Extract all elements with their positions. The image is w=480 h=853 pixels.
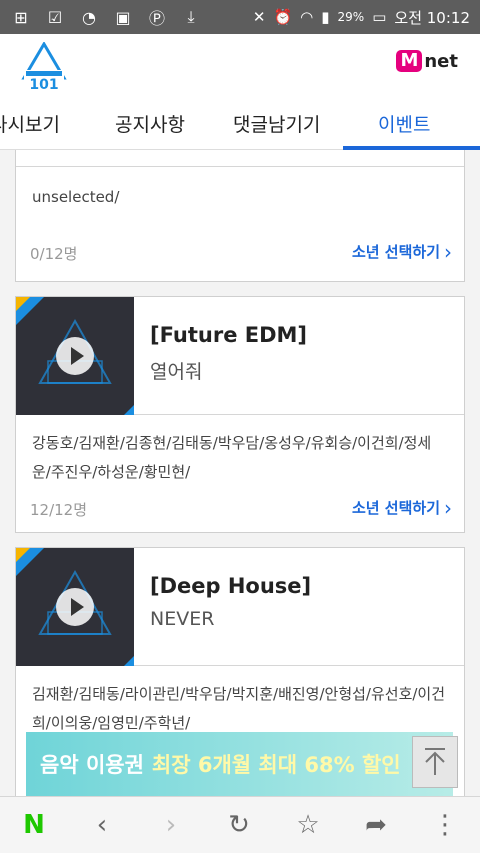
- video-thumbnail[interactable]: [16, 548, 134, 666]
- genre-title: [Future EDM]: [150, 323, 308, 347]
- tab-event[interactable]: 이벤트: [378, 110, 430, 137]
- song-card: [Future EDM] 열어줘 강동호/김재환/김종현/김태동/박우담/옹성우…: [15, 296, 465, 533]
- sync-icon: ◔: [82, 7, 96, 27]
- promo-banner[interactable]: 음악 이용권 최장 6개월 최대 68% 할인: [26, 732, 453, 796]
- status-bar: ⊞ ☑ ◔ ▣ Ⓟ ⤓ ✕ ⏰ ◠ ▮ 29% ▭ 오전 10:12: [0, 0, 480, 34]
- forward-button[interactable]: ›: [151, 807, 191, 843]
- banner-highlight: 최장 6개월 최대 68% 할인: [151, 753, 401, 777]
- more-vertical-icon: ⋮: [432, 810, 458, 840]
- clipboard-icon: ☑: [47, 7, 63, 27]
- tab-bar: 다시보기 공지사항 댓글남기기 이벤트: [0, 98, 480, 150]
- select-boys-button[interactable]: 소년 선택하기 ›: [352, 241, 452, 262]
- event-list[interactable]: unselected/ 0/12명 소년 선택하기 › [Future EDM]…: [0, 150, 480, 796]
- mnet-m-mark: M: [396, 50, 423, 72]
- battery-percent: 29%: [337, 10, 365, 24]
- chevron-right-icon: ›: [165, 810, 177, 840]
- signal-icon: ▮: [321, 8, 330, 26]
- share-button[interactable]: ➦: [356, 807, 396, 843]
- mnet-logo[interactable]: M net: [396, 50, 458, 72]
- refresh-button[interactable]: ↻: [219, 807, 259, 843]
- mute-icon: ✕: [252, 8, 266, 26]
- selected-count: 12/12명: [30, 501, 88, 519]
- mnet-wordmark: net: [424, 50, 458, 72]
- download-icon: ⤓: [187, 7, 195, 26]
- svg-text:101: 101: [29, 77, 58, 92]
- select-boys-button[interactable]: 소년 선택하기 ›: [352, 497, 452, 518]
- tab-replay[interactable]: 다시보기: [0, 110, 60, 137]
- back-button[interactable]: ‹: [82, 807, 122, 843]
- play-icon[interactable]: [56, 588, 94, 626]
- p-icon: Ⓟ: [148, 9, 165, 28]
- chevron-right-icon: ›: [444, 239, 452, 264]
- alarm-icon: ⏰: [273, 8, 293, 26]
- more-button[interactable]: ⋮: [425, 807, 465, 843]
- naver-n-icon: N: [23, 810, 45, 840]
- select-boys-label: 소년 선택하기: [351, 243, 440, 261]
- browser-nav-bar: N ‹ › ↻ ☆ ➦ ⋮: [0, 796, 480, 853]
- song-title: 열어줘: [150, 361, 203, 383]
- tab-notice[interactable]: 공지사항: [115, 110, 185, 137]
- produce101-logo-icon[interactable]: 101: [20, 42, 68, 92]
- scroll-to-top-button[interactable]: [412, 736, 458, 788]
- naver-home-button[interactable]: N: [14, 807, 54, 843]
- member-list: 강동호/김재환/김종현/김태동/박우담/옹성우/유회승/이건희/정세운/주진우/…: [32, 434, 432, 481]
- chevron-right-icon: ›: [444, 495, 452, 520]
- video-thumbnail[interactable]: [16, 297, 134, 415]
- wifi-icon: ◠: [300, 8, 314, 26]
- share-icon: ➦: [365, 810, 387, 840]
- banner-text: 음악 이용권: [40, 753, 144, 777]
- add-icon: ⊞: [14, 7, 28, 27]
- tab-comments[interactable]: 댓글남기기: [233, 110, 320, 137]
- image-icon: ▣: [115, 7, 131, 27]
- bookmark-button[interactable]: ☆: [288, 807, 328, 843]
- genre-title: [Deep House]: [150, 574, 312, 598]
- select-boys-label: 소년 선택하기: [351, 499, 440, 517]
- refresh-icon: ↻: [228, 810, 250, 840]
- member-list: unselected/: [32, 188, 120, 206]
- song-card: unselected/ 0/12명 소년 선택하기 ›: [15, 150, 465, 282]
- clock: 오전 10:12: [394, 8, 470, 27]
- app-header: 101 M net: [0, 34, 480, 98]
- song-title: NEVER: [150, 608, 215, 630]
- battery-icon: ▭: [372, 8, 387, 26]
- selected-count: 0/12명: [30, 245, 78, 263]
- arrow-up-icon: [425, 748, 445, 775]
- play-icon[interactable]: [56, 337, 94, 375]
- chevron-left-icon: ‹: [96, 810, 108, 840]
- star-icon: ☆: [296, 810, 320, 840]
